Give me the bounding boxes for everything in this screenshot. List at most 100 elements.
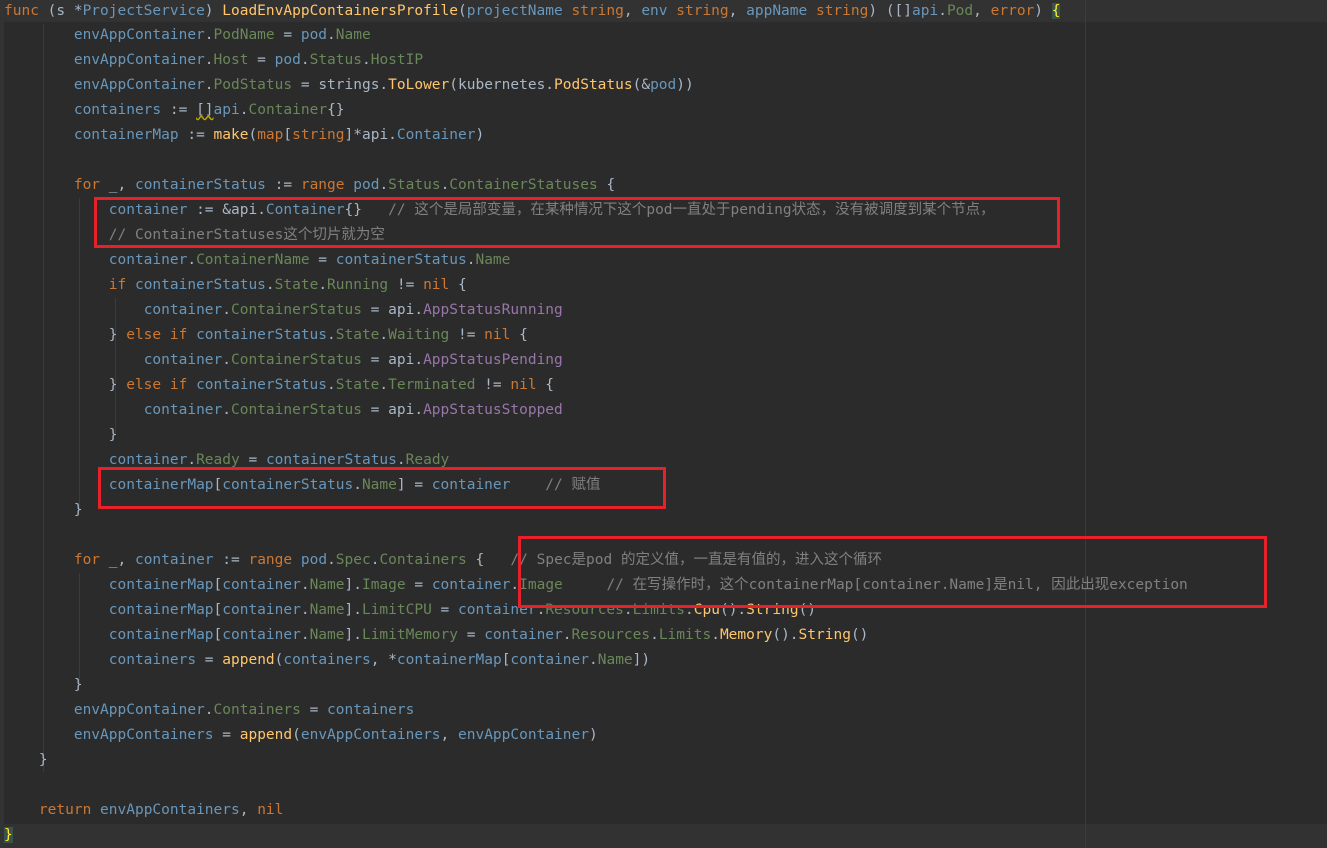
annotation-box-local-variable xyxy=(94,197,1060,248)
code-token: LoadEnvAppContainersProfile xyxy=(222,3,458,19)
code-token: Containers xyxy=(379,552,467,568)
annotation-box-exception-note xyxy=(518,536,1267,608)
code-token: Status xyxy=(388,177,441,193)
code-token: envAppContainer xyxy=(73,52,205,68)
code-token: container xyxy=(510,652,589,668)
code-line[interactable]: container.ContainerName = containerStatu… xyxy=(4,248,511,272)
code-token: containerStatus xyxy=(335,252,467,268)
code-token: . xyxy=(327,27,336,43)
code-line[interactable]: func (s *ProjectService) LoadEnvAppConta… xyxy=(4,0,1061,23)
code-line[interactable]: } xyxy=(4,823,13,847)
code-line[interactable]: envAppContainer.PodStatus = strings.ToLo… xyxy=(4,73,694,97)
code-token: { xyxy=(510,327,528,343)
code-token: envAppContainer xyxy=(73,27,205,43)
code-token: container xyxy=(108,452,188,468)
code-token: Container xyxy=(248,102,328,118)
code-line[interactable]: envAppContainer.Containers = containers xyxy=(4,698,415,722)
code-line[interactable]: container.ContainerStatus = api.AppStatu… xyxy=(4,348,563,372)
code-token: . xyxy=(440,177,450,193)
code-token: envAppContainer xyxy=(458,727,589,743)
code-token: ]. xyxy=(344,577,362,593)
code-line[interactable]: containers = append(containers, *contain… xyxy=(4,648,650,672)
code-token: . xyxy=(187,252,197,268)
code-token: Terminated xyxy=(388,377,476,393)
code-token: containers xyxy=(327,702,415,718)
code-token: . xyxy=(222,352,231,368)
code-token: containerStatus xyxy=(196,327,328,343)
code-line[interactable]: envAppContainer.Host = pod.Status.HostIP xyxy=(4,48,423,72)
code-token: = xyxy=(405,577,432,593)
code-token: . xyxy=(938,3,947,19)
code-token: _, xyxy=(100,177,135,193)
code-line[interactable]: containers := []api.Container{} xyxy=(4,98,345,122)
code-line[interactable]: envAppContainers = append(envAppContaine… xyxy=(4,723,598,747)
code-line[interactable]: } else if containerStatus.State.Waiting … xyxy=(4,323,528,347)
code-token: func xyxy=(4,3,39,19)
code-token: . xyxy=(379,327,389,343)
code-token: Pod xyxy=(946,3,974,19)
code-token: . xyxy=(204,27,214,43)
code-line[interactable]: } else if containerStatus.State.Terminat… xyxy=(4,373,554,397)
code-token: ]. xyxy=(344,627,362,643)
code-token: pod xyxy=(353,177,380,193)
code-line[interactable]: } xyxy=(4,498,83,522)
code-token: ( xyxy=(449,77,458,93)
code-line[interactable]: containerMap := make(map[string]*api.Con… xyxy=(4,123,484,147)
code-token: containerMap xyxy=(396,652,502,668)
code-token: PodStatus xyxy=(554,77,633,93)
code-token: Container xyxy=(396,127,476,143)
code-token: Spec xyxy=(335,552,371,568)
code-token: containerStatus xyxy=(134,277,266,293)
code-token: pod xyxy=(650,77,677,93)
code-token: } xyxy=(4,677,83,693)
code-token: nil xyxy=(484,327,511,343)
code-token: ) ([] xyxy=(868,3,913,19)
code-token: for xyxy=(73,177,101,193)
code-line[interactable]: containerMap[container.Name].LimitMemory… xyxy=(4,623,869,647)
code-editor[interactable]: func (s *ProjectService) LoadEnvAppConta… xyxy=(0,0,1327,848)
code-token: PodName xyxy=(213,27,275,43)
code-token: . xyxy=(327,327,336,343)
code-line[interactable]: container.ContainerStatus = api.AppStatu… xyxy=(4,398,563,422)
code-line[interactable]: return envAppContainers, nil xyxy=(4,798,283,822)
code-token: [ xyxy=(213,602,223,618)
code-line[interactable]: } xyxy=(4,423,118,447)
code-token: = xyxy=(274,27,301,43)
code-token: projectName xyxy=(466,3,563,19)
code-token: := xyxy=(213,552,249,568)
code-token: = xyxy=(361,352,389,368)
code-token: Limits xyxy=(658,627,712,643)
code-line[interactable]: } xyxy=(4,673,83,697)
code-line[interactable]: } xyxy=(4,748,48,772)
code-line[interactable]: if containerStatus.State.Running != nil … xyxy=(4,273,467,297)
code-token: ( xyxy=(292,727,301,743)
code-token: } xyxy=(4,502,83,518)
code-token: . xyxy=(300,602,310,618)
code-token: [ xyxy=(213,577,223,593)
code-token: container xyxy=(484,627,563,643)
code-line[interactable]: container.ContainerStatus = api.AppStatu… xyxy=(4,298,563,322)
code-token: . xyxy=(222,302,231,318)
code-token: Ready xyxy=(196,452,240,468)
code-token: ContainerStatus xyxy=(231,352,362,368)
code-token: Name xyxy=(335,27,371,43)
code-token: State xyxy=(335,327,380,343)
code-token: { xyxy=(466,552,511,568)
code-token: ) xyxy=(1034,3,1052,19)
code-token: () xyxy=(850,627,869,643)
code-token: State xyxy=(274,277,319,293)
code-token: )) xyxy=(676,77,694,93)
code-token: kubernetes. xyxy=(458,77,555,93)
code-line[interactable]: envAppContainer.PodName = pod.Name xyxy=(4,23,371,47)
code-token: . xyxy=(222,402,231,418)
code-token: = xyxy=(292,77,319,93)
code-line[interactable]: for _, containerStatus := range pod.Stat… xyxy=(4,173,615,197)
code-token: . xyxy=(300,627,310,643)
